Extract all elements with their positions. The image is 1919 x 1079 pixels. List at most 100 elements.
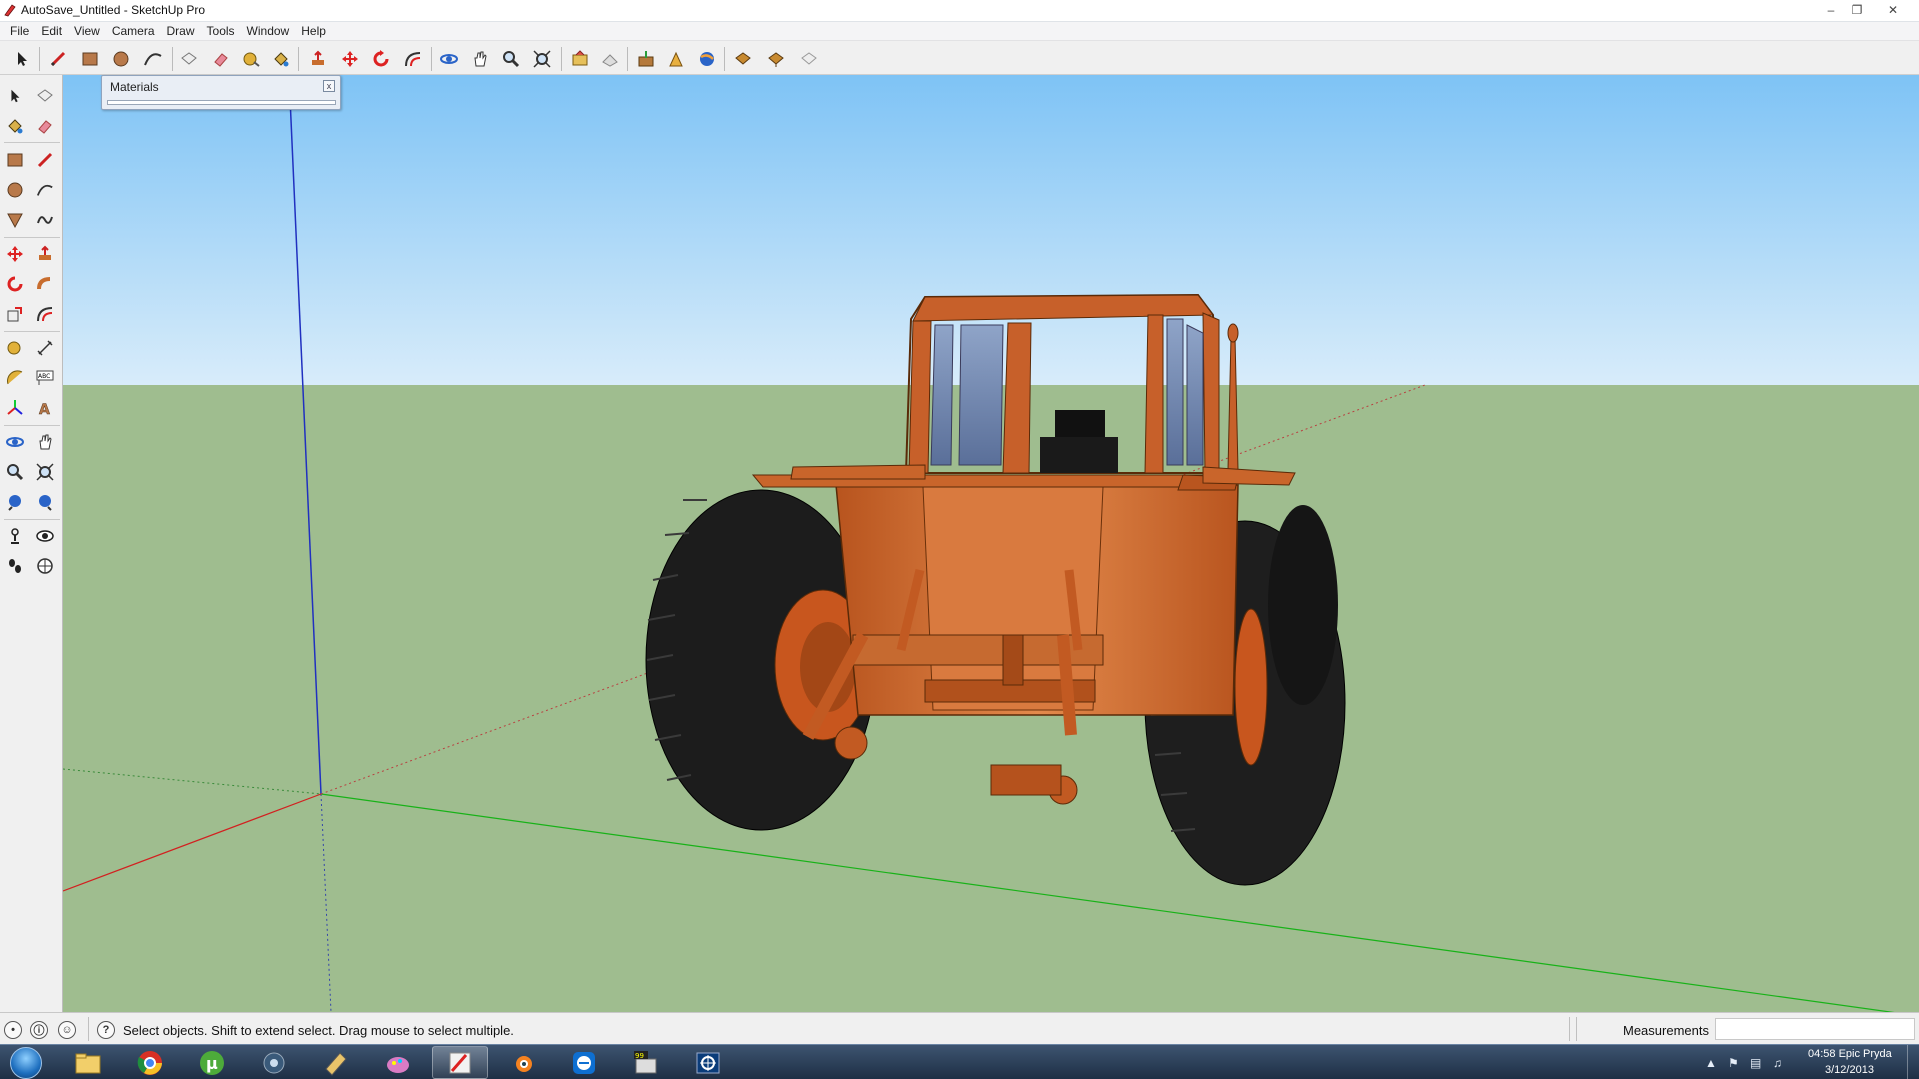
paint-bucket-icon[interactable] [2,113,28,139]
scale-icon[interactable] [2,301,28,327]
add-location-icon[interactable] [633,46,659,72]
menu-help[interactable]: Help [295,22,332,41]
geo-location-icon[interactable]: • [4,1021,22,1039]
walk-icon[interactable] [2,553,28,579]
3d-text-icon[interactable]: A [32,395,58,421]
move-icon[interactable] [2,241,28,267]
utorrent-icon[interactable]: µ [184,1046,240,1079]
circle-icon[interactable] [2,177,28,203]
get-photo-texture-icon[interactable] [730,46,756,72]
tape-measure-icon[interactable] [2,335,28,361]
section-plane-icon[interactable] [32,553,58,579]
clock-time[interactable]: 04:58 Epic Pryda [1808,1048,1892,1060]
help-icon[interactable]: ? [97,1021,115,1039]
make-component-icon[interactable] [32,83,58,109]
circle-tool-icon[interactable] [108,46,134,72]
materials-close-icon[interactable]: x [323,80,335,92]
show-desktop-button[interactable] [1907,1045,1919,1079]
tray-expand-icon[interactable]: ▲ [1705,1056,1717,1070]
zoom-icon[interactable] [2,459,28,485]
3d-viewport[interactable] [63,75,1919,1012]
look-around-icon[interactable] [32,523,58,549]
paint-app-icon[interactable] [370,1046,426,1079]
eraser-tool-icon[interactable] [208,46,234,72]
start-button[interactable] [10,1047,42,1079]
teamviewer-icon[interactable] [556,1046,612,1079]
share-model-icon[interactable] [597,46,623,72]
pan-icon[interactable] [32,429,58,455]
menu-bar: File Edit View Camera Draw Tools Window … [0,22,1919,41]
select-icon[interactable] [2,83,28,109]
line-icon[interactable] [32,147,58,173]
user-icon[interactable]: ☺ [58,1021,76,1039]
push-pull-icon[interactable] [305,46,331,72]
menu-file[interactable]: File [4,22,35,41]
make-component-icon[interactable] [176,46,202,72]
pan-tool-icon[interactable] [467,46,493,72]
arc-icon[interactable] [32,177,58,203]
offset-tool-icon[interactable] [400,46,426,72]
menu-tools[interactable]: Tools [201,22,241,41]
menu-view[interactable]: View [68,22,106,41]
action-center-flag-icon[interactable]: ⚑ [1728,1056,1739,1070]
file-explorer-icon[interactable] [60,1046,116,1079]
menu-edit[interactable]: Edit [35,22,68,41]
follow-me-icon[interactable] [32,271,58,297]
previous-view-icon[interactable] [2,489,28,515]
polygon-icon[interactable] [2,207,28,233]
move-tool-icon[interactable] [337,46,363,72]
next-view-icon[interactable] [32,489,58,515]
rectangle-icon[interactable] [2,147,28,173]
3d-warehouse-icon[interactable] [796,46,822,72]
line-tool-icon[interactable] [45,46,71,72]
minimize-icon[interactable]: – [1819,1,1843,19]
menu-draw[interactable]: Draw [161,22,201,41]
zoom-window-icon[interactable] [32,459,58,485]
close-icon[interactable]: ✕ [1871,1,1915,19]
svg-text:99: 99 [635,1052,644,1060]
measurements-input[interactable] [1715,1018,1915,1040]
zoom-tool-icon[interactable] [498,46,524,72]
blender-icon[interactable] [494,1046,550,1079]
main-toolbar [0,41,1919,75]
google-earth-icon[interactable] [694,46,720,72]
share-component-icon[interactable] [763,46,789,72]
rotate-tool-icon[interactable] [368,46,394,72]
select-tool-icon[interactable] [9,46,35,72]
menu-window[interactable]: Window [241,22,296,41]
rotate-icon[interactable] [2,271,28,297]
clock-date[interactable]: 3/12/2013 [1825,1064,1874,1076]
materials-panel-collapsed-bar[interactable] [107,100,336,105]
menu-camera[interactable]: Camera [106,22,161,41]
paint-bucket-icon[interactable] [268,46,294,72]
orbit-icon[interactable] [2,429,28,455]
arc-tool-icon[interactable] [140,46,166,72]
steam-icon[interactable] [246,1046,302,1079]
tape-measure-icon[interactable] [238,46,264,72]
rectangle-tool-icon[interactable] [77,46,103,72]
position-camera-icon[interactable] [2,523,28,549]
text-tool-icon[interactable]: ABC [32,365,58,391]
push-pull-icon[interactable] [32,241,58,267]
network-app-icon[interactable] [680,1046,736,1079]
materials-panel[interactable]: Materials x [101,75,341,110]
notepad-99-icon[interactable]: 99 [618,1046,674,1079]
eraser-icon[interactable] [32,113,58,139]
restore-icon[interactable]: ❐ [1845,1,1869,19]
protractor-icon[interactable] [2,365,28,391]
chrome-icon[interactable] [122,1046,178,1079]
toggle-terrain-icon[interactable] [663,46,689,72]
freehand-icon[interactable] [32,207,58,233]
credits-icon[interactable]: ⓘ [30,1021,48,1039]
volume-icon[interactable]: ♫ [1773,1056,1782,1070]
axes-icon[interactable] [2,395,28,421]
offset-icon[interactable] [32,301,58,327]
sketchup-app-icon[interactable] [432,1046,488,1079]
network-icon[interactable]: ▤ [1750,1056,1761,1070]
get-models-icon[interactable] [567,46,593,72]
sketchup-tray-icon[interactable] [308,1046,364,1079]
orbit-tool-icon[interactable] [436,46,462,72]
status-bar: • ⓘ ☺ ? Select objects. Shift to extend … [0,1012,1919,1044]
dimension-icon[interactable] [32,335,58,361]
zoom-extents-icon[interactable] [529,46,555,72]
